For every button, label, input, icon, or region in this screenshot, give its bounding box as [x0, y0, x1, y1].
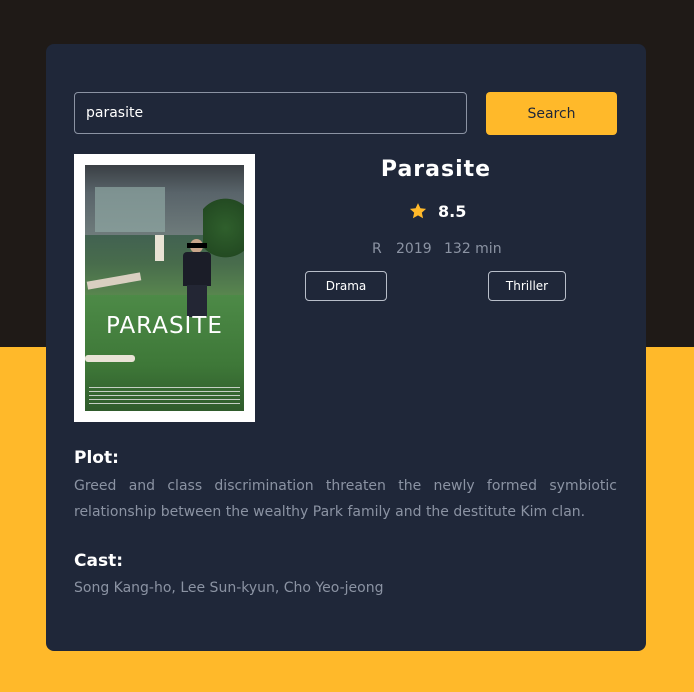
movie-title: Parasite — [380, 157, 492, 182]
poster-figure — [177, 239, 217, 317]
rating-value: 8.5 — [438, 201, 467, 221]
movie-card: Search PARASITE Parasite 8. — [46, 44, 646, 651]
search-input[interactable] — [74, 92, 467, 134]
plot-heading: Plot: — [74, 448, 119, 468]
genre-tag-thriller: Thriller — [488, 271, 566, 301]
poster-title: PARASITE — [106, 313, 223, 339]
movie-poster: PARASITE — [74, 154, 255, 422]
cast-text: Song Kang-ho, Lee Sun-kyun, Cho Yeo-jeon… — [74, 580, 384, 596]
poster-image: PARASITE — [85, 165, 244, 411]
rating: 8.5 — [408, 200, 466, 222]
genre-tag-drama: Drama — [305, 271, 387, 301]
cast-heading: Cast: — [74, 551, 123, 571]
runtime-label: 132 min — [444, 241, 502, 257]
star-icon — [409, 203, 427, 219]
search-button[interactable]: Search — [486, 92, 617, 135]
poster-credits — [89, 387, 240, 407]
plot-text: Greed and class discrimination threaten … — [74, 478, 617, 520]
rated-label: R — [372, 241, 382, 257]
year-label: 2019 — [396, 241, 432, 257]
